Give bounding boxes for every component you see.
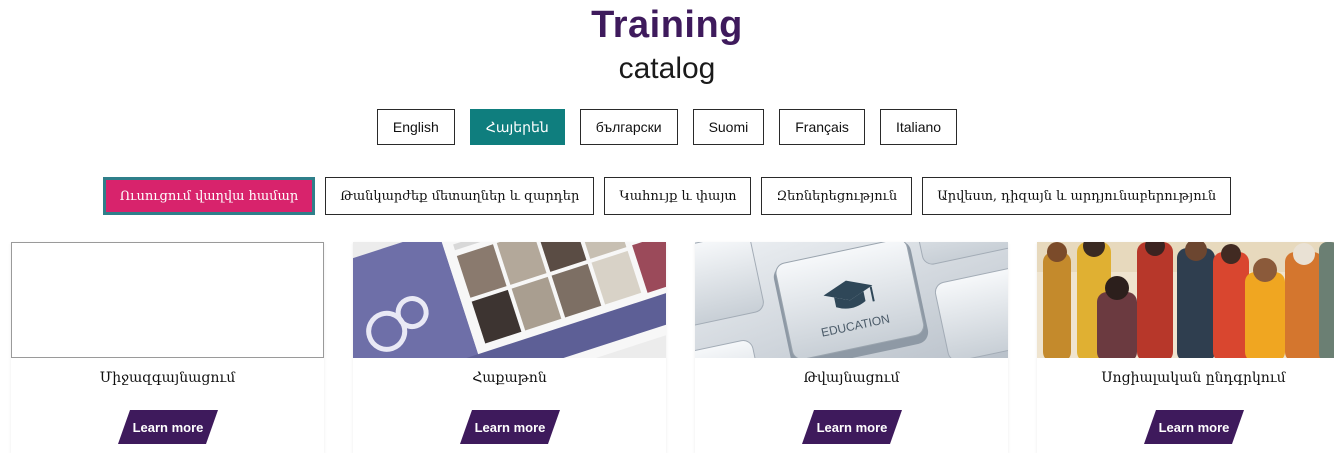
language-button-english[interactable]: English [376, 109, 455, 145]
learn-more-button[interactable]: Learn more [1144, 410, 1244, 444]
page-title: Training [591, 4, 743, 46]
category-button-training-tomorrow[interactable]: Ուսուցում վաղվա համար [102, 177, 316, 215]
card-title: Հաքաթոն [472, 370, 547, 386]
course-card: Հաքաթոն Learn more [353, 242, 666, 453]
language-switcher: English Հայերեն български Suomi Français… [0, 109, 1334, 145]
learn-more-button[interactable]: Learn more [118, 410, 218, 444]
card-title: Միջազգայնացում [99, 370, 236, 386]
card-image-social-inclusion [1037, 242, 1334, 358]
category-button-entrepreneurship[interactable]: Զեռներեցություն [761, 177, 913, 215]
course-card: Միջազգայնացում Learn more [11, 242, 324, 453]
page-subtitle: catalog [618, 52, 716, 85]
learn-more-button[interactable]: Learn more [460, 410, 560, 444]
card-image-hackathon [353, 242, 666, 358]
category-button-furniture-wood[interactable]: Կահույք և փայտ [604, 177, 752, 215]
language-button-italian[interactable]: Italiano [879, 109, 958, 145]
language-button-french[interactable]: Français [779, 109, 865, 145]
language-button-armenian[interactable]: Հայերեն [469, 109, 565, 145]
course-card: EDUCATION Թվայնացում Learn more [695, 242, 1008, 453]
category-button-precious-metals[interactable]: Թանկարժեք մետաղներ և զարդեր [325, 177, 595, 215]
learn-more-button[interactable]: Learn more [802, 410, 902, 444]
category-filter: Ուսուցում վաղվա համար Թանկարժեք մետաղներ… [0, 177, 1334, 215]
category-button-art-design-industry[interactable]: Արվեստ, դիզայն և արդյունաբերություն [922, 177, 1232, 215]
card-image-placeholder [11, 242, 324, 358]
course-card: Սոցիալական ընդգրկում Learn more [1037, 242, 1334, 453]
language-button-bulgarian[interactable]: български [579, 109, 678, 145]
language-button-finnish[interactable]: Suomi [692, 109, 765, 145]
card-title: Թվայնացում [803, 370, 900, 386]
card-title: Սոցիալական ընդգրկում [1101, 370, 1286, 386]
card-image-education-key: EDUCATION [695, 242, 1008, 358]
